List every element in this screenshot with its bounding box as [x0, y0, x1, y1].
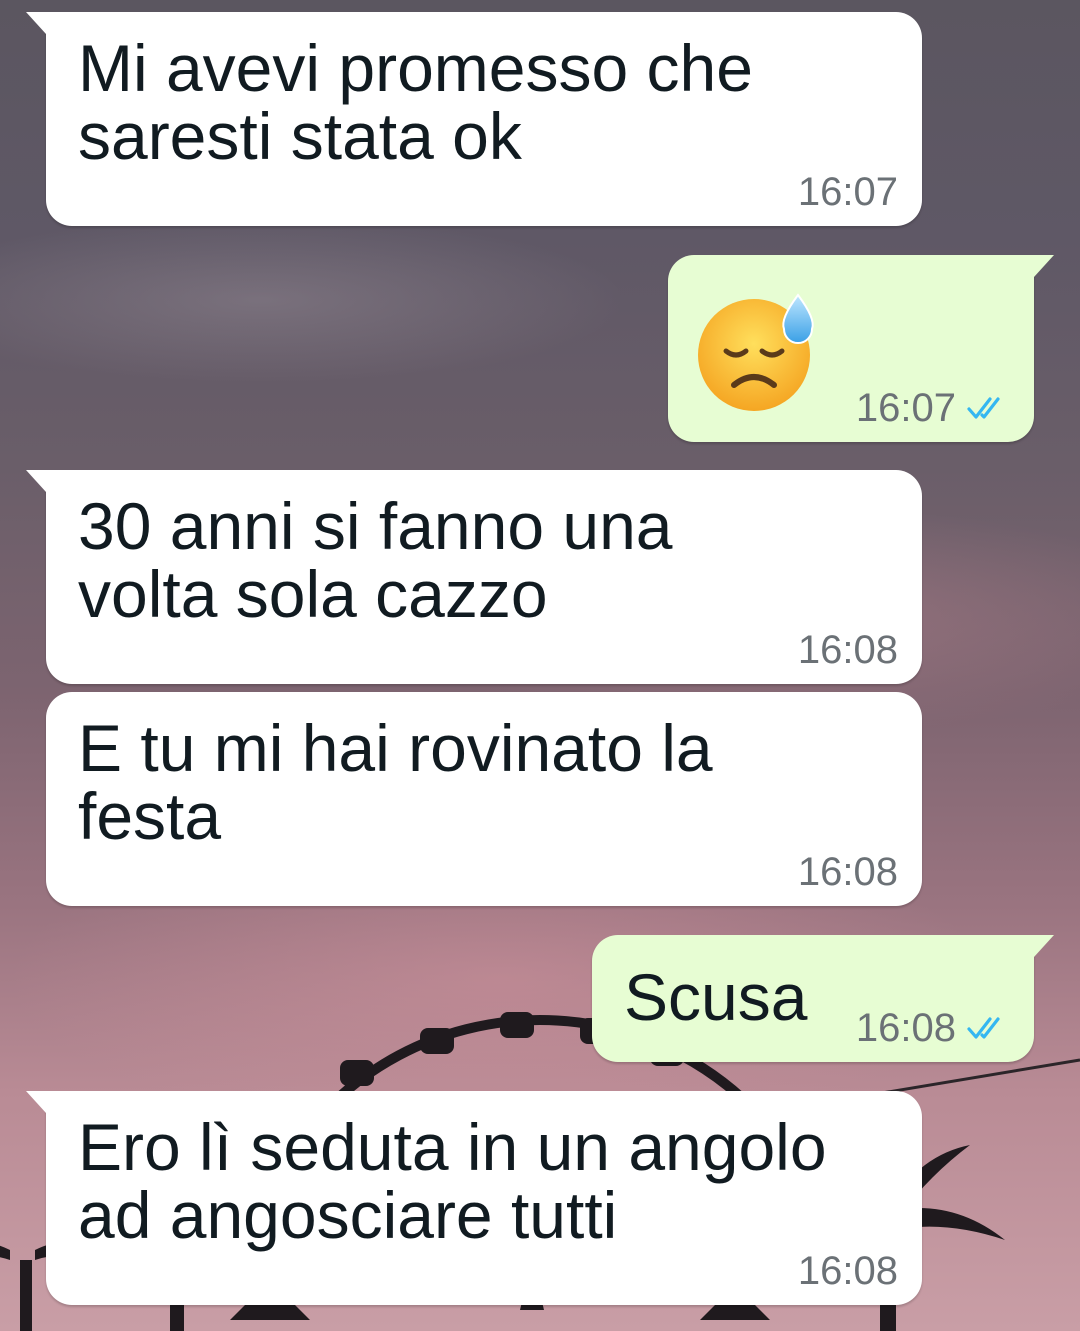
- double-check-icon: [966, 395, 1010, 421]
- bubble-tail: [26, 1091, 46, 1113]
- message-bubble-incoming[interactable]: Mi avevi promesso che saresti stata ok 1…: [26, 12, 922, 226]
- double-check-icon: [966, 1015, 1010, 1041]
- message-bubble-incoming[interactable]: 30 anni si fanno una volta sola cazzo 16…: [26, 470, 922, 684]
- bubble-tail: [26, 470, 46, 492]
- message-bubble-outgoing[interactable]: 16:07: [668, 255, 1054, 442]
- message-text: Mi avevi promesso che saresti stata ok: [78, 31, 753, 173]
- message-bubble-outgoing[interactable]: Scusa 16:08: [592, 935, 1054, 1062]
- message-text: Ero lì seduta in un angolo ad angosciare…: [78, 1110, 827, 1252]
- bubble-tail: [26, 12, 46, 34]
- message-text: Scusa: [624, 960, 808, 1034]
- downcast-face-with-sweat-emoji: [696, 289, 820, 418]
- message-text: E tu mi hai rovinato la festa: [78, 711, 713, 853]
- message-time: 16:08: [855, 1006, 956, 1050]
- message-time: 16:08: [797, 850, 898, 894]
- bubble-tail: [1034, 255, 1054, 277]
- message-bubble-incoming[interactable]: E tu mi hai rovinato la festa 16:08: [46, 692, 922, 906]
- bubble-tail: [1034, 935, 1054, 957]
- message-text: 30 anni si fanno una volta sola cazzo: [78, 489, 673, 631]
- message-time: 16:08: [797, 1249, 898, 1293]
- message-time: 16:07: [797, 170, 898, 214]
- message-time: 16:07: [855, 386, 956, 430]
- message-list[interactable]: Mi avevi promesso che saresti stata ok 1…: [0, 0, 1080, 1331]
- message-time: 16:08: [797, 628, 898, 672]
- message-bubble-incoming[interactable]: Ero lì seduta in un angolo ad angosciare…: [26, 1091, 922, 1305]
